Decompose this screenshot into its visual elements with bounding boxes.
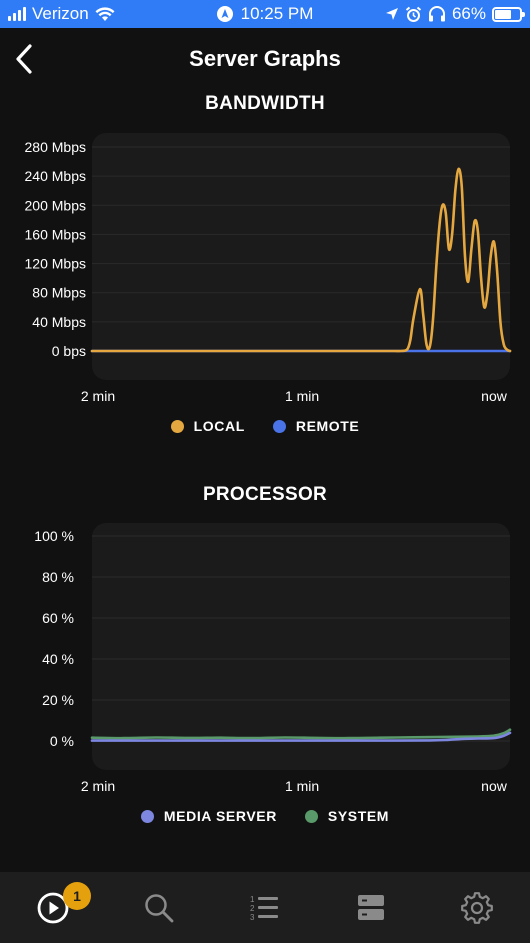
bandwidth-legend: LOCAL REMOTE (0, 418, 530, 434)
bandwidth-ytick-label: 160 Mbps (25, 226, 86, 242)
page-title: Server Graphs (189, 46, 341, 71)
tab-queue[interactable]: 1 2 3 (235, 878, 295, 938)
navigation-badge-icon (216, 6, 233, 22)
battery-icon (492, 6, 525, 22)
processor-xtick-label: 1 min (285, 778, 319, 794)
processor-plot-area (92, 523, 510, 770)
server-icon (358, 894, 384, 920)
bandwidth-ytick-label: 40 Mbps (32, 314, 86, 330)
svg-text:2: 2 (250, 904, 255, 913)
processor-ytick-label: 80 % (42, 569, 74, 585)
bandwidth-xtick-label: 1 min (285, 388, 319, 404)
svg-text:3: 3 (250, 913, 255, 922)
bandwidth-title: BANDWIDTH (205, 93, 325, 114)
tab-servers[interactable] (341, 878, 401, 938)
processor-ytick-label: 20 % (42, 692, 74, 708)
processor-ytick-label: 40 % (42, 651, 74, 667)
processor-chart: 0 % 20 % 40 % 60 % 80 % 100 % 2 min 1 min now (0, 518, 530, 798)
legend-local-label: LOCAL (193, 418, 245, 434)
tab-bar: 1 1 2 3 (0, 872, 530, 943)
bandwidth-ytick-label: 200 Mbps (25, 197, 86, 213)
legend-media-server[interactable]: MEDIA SERVER (140, 808, 277, 824)
bandwidth-ytick-label: 0 bps (52, 343, 86, 359)
legend-local-dot (170, 419, 184, 433)
gear-icon (461, 891, 493, 924)
bandwidth-xtick-label: now (481, 388, 508, 404)
legend-system-label: SYSTEM (327, 808, 390, 824)
bandwidth-chart-svg: 0 bps 40 Mbps 80 Mbps 120 Mbps 160 Mbps 200 M… (25, 133, 512, 404)
bandwidth-ytick-label: 80 Mbps (32, 285, 86, 301)
legend-remote[interactable]: REMOTE (272, 418, 360, 434)
processor-title: PROCESSOR (202, 484, 328, 505)
processor-ytick-label: 60 % (42, 610, 74, 626)
location-arrow-icon (385, 8, 398, 20)
tab-now-playing[interactable]: 1 (23, 878, 91, 938)
processor-legend: MEDIA SERVER SYSTEM (0, 808, 530, 824)
processor-xtick-label: 2 min (81, 778, 115, 794)
alarm-icon (405, 6, 422, 22)
queue-list-icon: 1 2 3 (250, 895, 278, 922)
legend-system[interactable]: SYSTEM (304, 808, 390, 824)
battery-fill (495, 9, 511, 19)
bandwidth-ytick-label: 120 Mbps (25, 256, 86, 272)
tab-settings[interactable] (447, 878, 507, 938)
search-icon (145, 893, 174, 922)
svg-text:1: 1 (250, 895, 255, 904)
bandwidth-ytick-label: 280 Mbps (25, 139, 86, 155)
bandwidth-plot-area (92, 133, 510, 380)
processor-ytick-label: 0 % (50, 733, 74, 749)
bandwidth-xtick-label: 2 min (81, 388, 115, 404)
status-right: 66% (385, 0, 525, 28)
legend-remote-label: REMOTE (295, 418, 360, 434)
bandwidth-ytick-label: 240 Mbps (25, 168, 86, 184)
headphones-icon (428, 6, 445, 22)
processor-ytick-label: 100 % (34, 528, 74, 544)
legend-system-dot (304, 809, 318, 823)
processor-xtick-label: now (481, 778, 508, 794)
queue-badge: 1 (63, 881, 91, 910)
status-time: 10:25 PM (240, 4, 314, 23)
tab-search[interactable] (129, 878, 189, 938)
bandwidth-chart: 0 bps 40 Mbps 80 Mbps 120 Mbps 160 Mbps 200 M… (0, 128, 530, 408)
battery-percent: 66% (451, 4, 486, 23)
legend-media-server-dot (140, 809, 154, 823)
legend-local[interactable]: LOCAL (170, 418, 245, 434)
processor-chart-svg: 0 % 20 % 40 % 60 % 80 % 100 % 2 min 1 min now (34, 523, 512, 794)
legend-remote-dot (272, 419, 286, 433)
legend-media-server-label: MEDIA SERVER (163, 808, 277, 824)
status-bar: Verizon 10:25 PM 66% (0, 0, 530, 28)
